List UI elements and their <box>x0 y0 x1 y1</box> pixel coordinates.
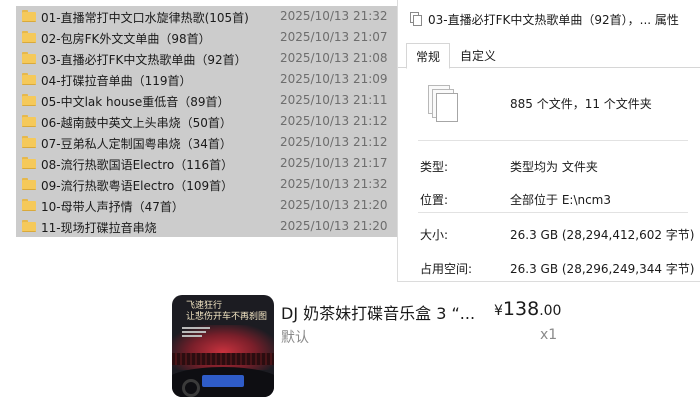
folder-row[interactable]: 05-中文lak house重低音（89首） 2025/10/13 21:11 <box>16 90 412 111</box>
product-price: ¥138.00 <box>494 298 562 320</box>
divider <box>418 212 688 213</box>
folder-icon <box>22 199 36 211</box>
folder-name: 10-母带人声抒情（47首） <box>41 200 184 214</box>
folder-name: 04-打碟拉音单曲（119首） <box>41 74 192 88</box>
folder-date: 2025/10/13 21:07 <box>280 30 388 44</box>
tab-general[interactable]: 常规 <box>406 43 450 69</box>
dialog-title-bar[interactable]: 03-直播必打FK中文热歌单曲（92首），... 属性 <box>398 0 700 38</box>
folder-name: 02-包房FK外文文单曲（98首） <box>41 32 211 46</box>
folder-icon <box>22 157 36 169</box>
folder-date: 2025/10/13 21:11 <box>280 93 388 107</box>
product-image[interactable]: 飞速狂行 让悲伤开车不再刹图 <box>172 295 274 397</box>
location-label: 位置: <box>420 193 449 207</box>
size-value: 26.3 GB (28,294,412,602 字节) <box>510 228 695 242</box>
folder-row[interactable]: 10-母带人声抒情（47首） 2025/10/13 21:20 <box>16 195 412 216</box>
folder-name: 01-直播常打中文口水旋律热歌(105首) <box>41 11 249 25</box>
file-count-summary: 885 个文件，11 个文件夹 <box>510 97 652 111</box>
location-value: 全部位于 E:\ncm3 <box>510 193 612 207</box>
tab-strip: 常规 自定义 <box>398 38 700 69</box>
folder-row[interactable]: 11-现场打碟拉音串烧 2025/10/13 21:20 <box>16 216 412 237</box>
folder-name: 03-直播必打FK中文热歌单曲（92首） <box>41 53 247 67</box>
tab-custom[interactable]: 自定义 <box>454 43 502 68</box>
folder-icon <box>22 31 36 43</box>
folder-row[interactable]: 02-包房FK外文文单曲（98首） 2025/10/13 21:07 <box>16 27 412 48</box>
folder-row[interactable]: 06-越南鼓中英文上头串烧（50首） 2025/10/13 21:12 <box>16 111 412 132</box>
product-title[interactable]: DJ 奶茶妹打碟音乐盒 3 “... <box>281 300 475 324</box>
folder-row[interactable]: 01-直播常打中文口水旋律热歌(105首) 2025/10/13 21:32 <box>16 6 412 27</box>
product-quantity: x1 <box>540 327 558 343</box>
product-image-headline: 飞速狂行 让悲伤开车不再刹图 <box>186 301 268 322</box>
folder-row[interactable]: 08-流行热歌国语Electro（116首） 2025/10/13 21:17 <box>16 153 412 174</box>
folder-row[interactable]: 07-豆弟私人定制国粤串烧（34首） 2025/10/13 21:12 <box>16 132 412 153</box>
folder-row[interactable]: 03-直播必打FK中文热歌单曲（92首） 2025/10/13 21:08 <box>16 48 412 69</box>
file-list: 01-直播常打中文口水旋律热歌(105首) 2025/10/13 21:32 0… <box>16 6 412 240</box>
type-label: 类型: <box>420 160 449 174</box>
folder-date: 2025/10/13 21:32 <box>280 177 388 191</box>
dialog-title: 03-直播必打FK中文热歌单曲（92首），... 属性 <box>428 13 679 27</box>
folder-name: 06-越南鼓中英文上头串烧（50首） <box>41 116 232 130</box>
folder-date: 2025/10/13 21:20 <box>280 219 388 233</box>
folder-name: 11-现场打碟拉音串烧 <box>41 221 157 235</box>
size-on-disk-value: 26.3 GB (28,296,249,344 字节) <box>510 262 695 276</box>
size-label: 大小: <box>420 228 449 242</box>
folder-icon <box>22 10 36 22</box>
folder-name: 07-豆弟私人定制国粤串烧（34首） <box>41 137 232 151</box>
folder-name: 09-流行热歌粤语Electro（109首） <box>41 179 234 193</box>
folder-icon <box>22 52 36 64</box>
size-on-disk-label: 占用空间: <box>420 262 473 276</box>
folder-icon <box>22 115 36 127</box>
folder-icon <box>22 94 36 106</box>
folder-row[interactable]: 04-打碟拉音单曲（119首） 2025/10/13 21:09 <box>16 69 412 90</box>
folder-icon <box>22 136 36 148</box>
folder-row[interactable]: 09-流行热歌粤语Electro（109首） 2025/10/13 21:32 <box>16 174 412 195</box>
product-card[interactable]: 飞速狂行 让悲伤开车不再刹图 DJ 奶茶妹打碟音乐盒 3 “... ¥138.0… <box>168 290 568 402</box>
folder-icon <box>22 178 36 190</box>
folder-icon <box>22 73 36 85</box>
folder-date: 2025/10/13 21:20 <box>280 198 388 212</box>
folder-date: 2025/10/13 21:12 <box>280 135 388 149</box>
product-variant: 默认 <box>281 330 309 346</box>
divider <box>418 140 688 141</box>
folder-date: 2025/10/13 21:12 <box>280 114 388 128</box>
folder-date: 2025/10/13 21:08 <box>280 51 388 65</box>
properties-dialog: 03-直播必打FK中文热歌单曲（92首），... 属性 常规 自定义 885 个… <box>397 0 700 282</box>
multiple-files-icon <box>428 85 458 123</box>
type-value: 类型均为 文件夹 <box>510 160 598 174</box>
folder-date: 2025/10/13 21:09 <box>280 72 388 86</box>
documents-icon <box>410 12 422 26</box>
folder-date: 2025/10/13 21:17 <box>280 156 388 170</box>
folder-icon <box>22 220 36 232</box>
folder-date: 2025/10/13 21:32 <box>280 9 388 23</box>
folder-name: 05-中文lak house重低音（89首） <box>41 95 230 109</box>
folder-name: 08-流行热歌国语Electro（116首） <box>41 158 234 172</box>
